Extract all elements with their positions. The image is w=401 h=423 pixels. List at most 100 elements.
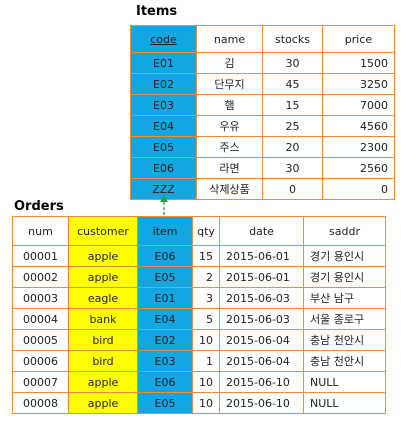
orders-cell-date: 2015-06-04 <box>219 329 304 351</box>
orders-cell-date: 2015-06-03 <box>219 308 304 330</box>
orders-cell-customer: eagle <box>68 287 138 309</box>
items-table: code name stocks price E01 김 30 1500 E02 단무지 4… <box>130 25 395 200</box>
orders-row: 00008 apple E05 10 2015-06-10 NULL <box>12 392 386 414</box>
orders-row: 00002 apple E05 2 2015-06-01 경기 용인시 <box>12 266 386 288</box>
orders-cell-date: 2015-06-01 <box>219 266 304 288</box>
items-row: E03 햄 15 7000 <box>130 94 395 116</box>
orders-cell-customer: bank <box>68 308 138 330</box>
orders-cell-num: 00004 <box>12 308 69 330</box>
orders-cell-saddr: 충남 천안시 <box>303 350 386 372</box>
orders-row: 00004 bank E04 5 2015-06-03 서울 종로구 <box>12 308 386 330</box>
orders-cell-qty: 10 <box>192 392 220 414</box>
orders-cell-item: E06 <box>137 245 193 267</box>
orders-title: Orders <box>14 199 64 214</box>
items-cell-stocks: 15 <box>262 94 323 116</box>
orders-cell-num: 00001 <box>12 245 69 267</box>
items-cell-code: E03 <box>130 94 197 116</box>
orders-cell-saddr: NULL <box>303 392 386 414</box>
items-row: E05 주스 20 2300 <box>130 136 395 158</box>
orders-cell-saddr: 충남 천안시 <box>303 329 386 351</box>
items-cell-stocks: 25 <box>262 115 323 137</box>
orders-cell-date: 2015-06-01 <box>219 245 304 267</box>
orders-col-num: num <box>12 216 69 246</box>
items-cell-name: 주스 <box>196 136 263 158</box>
orders-cell-item: E03 <box>137 350 193 372</box>
orders-cell-item: E02 <box>137 329 193 351</box>
orders-cell-saddr: 서울 종로구 <box>303 308 386 330</box>
orders-cell-num: 00008 <box>12 392 69 414</box>
orders-cell-num: 00002 <box>12 266 69 288</box>
items-cell-name: 우유 <box>196 115 263 137</box>
items-cell-stocks: 30 <box>262 52 323 74</box>
orders-cell-qty: 1 <box>192 350 220 372</box>
orders-col-customer: customer <box>68 216 138 246</box>
orders-cell-num: 00005 <box>12 329 69 351</box>
items-cell-stocks: 30 <box>262 157 323 179</box>
items-cell-stocks: 45 <box>262 73 323 95</box>
orders-cell-date: 2015-06-04 <box>219 350 304 372</box>
orders-cell-customer: apple <box>68 371 138 393</box>
items-cell-name: 삭제상품 <box>196 178 263 200</box>
items-cell-code: E02 <box>130 73 197 95</box>
items-cell-price: 1500 <box>322 52 395 74</box>
items-cell-name: 라면 <box>196 157 263 179</box>
orders-table: num customer item qty date saddr 00001 ap… <box>12 216 386 414</box>
items-cell-code: E04 <box>130 115 197 137</box>
orders-cell-qty: 2 <box>192 266 220 288</box>
orders-cell-item: E05 <box>137 392 193 414</box>
items-cell-code: E05 <box>130 136 197 158</box>
orders-row: 00006 bird E03 1 2015-06-04 충남 천안시 <box>12 350 386 372</box>
orders-cell-qty: 15 <box>192 245 220 267</box>
items-col-code: code <box>130 25 197 53</box>
orders-header-row: num customer item qty date saddr <box>12 216 386 246</box>
foreign-key-arrow <box>160 195 168 215</box>
orders-cell-date: 2015-06-03 <box>219 287 304 309</box>
orders-cell-customer: bird <box>68 329 138 351</box>
orders-cell-customer: bird <box>68 350 138 372</box>
orders-row: 00003 eagle E01 3 2015-06-03 부산 남구 <box>12 287 386 309</box>
orders-cell-item: E04 <box>137 308 193 330</box>
orders-cell-qty: 10 <box>192 371 220 393</box>
orders-cell-item: E05 <box>137 266 193 288</box>
items-col-stocks: stocks <box>262 25 323 53</box>
orders-cell-saddr: 부산 남구 <box>303 287 386 309</box>
orders-col-date: date <box>219 216 304 246</box>
items-row: E02 단무지 45 3250 <box>130 73 395 95</box>
items-row: E04 우유 25 4560 <box>130 115 395 137</box>
items-cell-name: 햄 <box>196 94 263 116</box>
items-cell-price: 2300 <box>322 136 395 158</box>
orders-cell-num: 00007 <box>12 371 69 393</box>
arrowhead-icon <box>160 195 168 202</box>
orders-cell-qty: 10 <box>192 329 220 351</box>
orders-cell-num: 00006 <box>12 350 69 372</box>
orders-cell-num: 00003 <box>12 287 69 309</box>
orders-cell-customer: apple <box>68 392 138 414</box>
orders-cell-item: E01 <box>137 287 193 309</box>
orders-cell-saddr: 경기 용인시 <box>303 245 386 267</box>
items-row: E06 라면 30 2560 <box>130 157 395 179</box>
orders-cell-saddr: NULL <box>303 371 386 393</box>
orders-col-qty: qty <box>192 216 220 246</box>
orders-cell-saddr: 경기 용인시 <box>303 266 386 288</box>
orders-cell-customer: apple <box>68 266 138 288</box>
items-header-row: code name stocks price <box>130 25 395 53</box>
items-row: E01 김 30 1500 <box>130 52 395 74</box>
orders-row: 00007 apple E06 10 2015-06-10 NULL <box>12 371 386 393</box>
items-cell-code: E01 <box>130 52 197 74</box>
items-cell-name: 김 <box>196 52 263 74</box>
items-cell-price: 3250 <box>322 73 395 95</box>
items-title: Items <box>136 4 178 19</box>
items-col-name: name <box>196 25 263 53</box>
orders-cell-qty: 3 <box>192 287 220 309</box>
orders-col-saddr: saddr <box>303 216 386 246</box>
items-cell-price: 0 <box>322 178 395 200</box>
items-cell-price: 2560 <box>322 157 395 179</box>
items-cell-name: 단무지 <box>196 73 263 95</box>
orders-cell-customer: apple <box>68 245 138 267</box>
items-cell-price: 4560 <box>322 115 395 137</box>
items-cell-code: E06 <box>130 157 197 179</box>
items-cell-stocks: 20 <box>262 136 323 158</box>
orders-cell-qty: 5 <box>192 308 220 330</box>
items-col-price: price <box>322 25 395 53</box>
orders-cell-item: E06 <box>137 371 193 393</box>
